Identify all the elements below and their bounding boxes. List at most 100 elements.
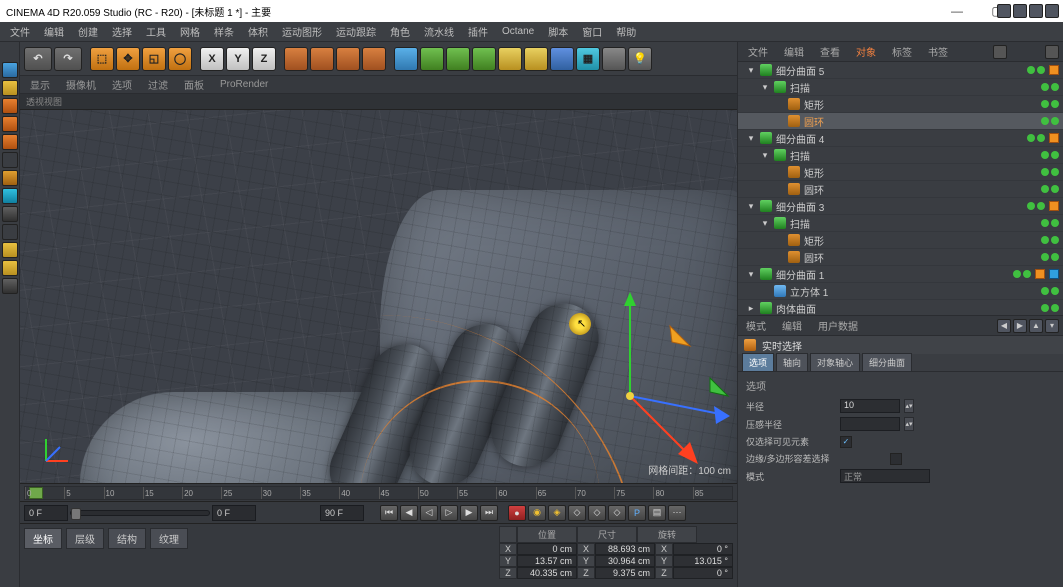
vp-nav-3-icon[interactable] xyxy=(1029,4,1043,18)
render-pv-button[interactable] xyxy=(336,47,360,71)
add-light-button[interactable] xyxy=(550,47,574,71)
visibility-dot-icon[interactable] xyxy=(1051,168,1059,176)
attr-nav-back-button[interactable]: ◀ xyxy=(997,319,1011,333)
object-label[interactable]: 矩形 xyxy=(804,233,1037,248)
object-tree-row[interactable]: ▾细分曲面 4 xyxy=(738,130,1063,147)
objmgr-filter-icon[interactable] xyxy=(1045,45,1059,59)
tool-snap-icon[interactable] xyxy=(2,242,18,258)
coord-rot-field[interactable]: 0 ° xyxy=(673,567,733,579)
z-axis-button[interactable]: Z xyxy=(252,47,276,71)
visibility-dot-icon[interactable] xyxy=(1051,287,1059,295)
object-tree-row[interactable]: 圆环 xyxy=(738,113,1063,130)
visibility-dot-icon[interactable] xyxy=(1051,151,1059,159)
step-back-button[interactable]: ◀ xyxy=(400,505,418,521)
menu-help[interactable]: 帮助 xyxy=(610,22,642,41)
attr-nav-menu-button[interactable]: ▾ xyxy=(1045,319,1059,333)
objmgr-tab-edit[interactable]: 编辑 xyxy=(778,42,810,61)
objmgr-search-icon[interactable] xyxy=(993,45,1007,59)
y-axis-button[interactable]: Y xyxy=(226,47,250,71)
object-tree-row[interactable]: 立方体 1 xyxy=(738,283,1063,300)
object-label[interactable]: 扫描 xyxy=(790,216,1037,231)
visibility-dot-icon[interactable] xyxy=(1051,304,1059,312)
field-pressure-input[interactable] xyxy=(840,417,900,431)
visibility-dot-icon[interactable] xyxy=(1051,253,1059,261)
attr-tab-edit[interactable]: 编辑 xyxy=(778,316,806,335)
object-label[interactable]: 细分曲面 5 xyxy=(776,63,1023,78)
tool-quantize-icon[interactable] xyxy=(2,260,18,276)
field-radius-stepper[interactable]: ▴▾ xyxy=(904,399,914,413)
attr-subtab-objaxis[interactable]: 对象轴心 xyxy=(810,353,860,372)
vp-nav-2-icon[interactable] xyxy=(1013,4,1027,18)
coord-pos-field[interactable]: 0 cm xyxy=(517,543,577,555)
tool-workplane-icon[interactable] xyxy=(2,116,18,132)
visibility-dot-icon[interactable] xyxy=(1051,185,1059,193)
objmgr-tab-bookmarks[interactable]: 书签 xyxy=(922,42,954,61)
attr-subtab-sds[interactable]: 细分曲面 xyxy=(862,353,912,372)
vp-tab-prorender[interactable]: ProRender xyxy=(216,79,272,90)
frame-current-field[interactable]: 0 F xyxy=(212,505,256,521)
menu-window[interactable]: 窗口 xyxy=(576,22,608,41)
expander-icon[interactable]: ▾ xyxy=(746,65,756,76)
coord-size-field[interactable]: 9.375 cm xyxy=(595,567,655,579)
bottom-tab-layers[interactable]: 层级 xyxy=(66,528,104,549)
menu-motiontrack[interactable]: 运动跟踪 xyxy=(330,22,382,41)
step-fwd-button[interactable]: ▶ xyxy=(460,505,478,521)
range-slider[interactable] xyxy=(70,510,210,516)
render-region-button[interactable] xyxy=(310,47,334,71)
key-scale-button[interactable]: ◇ xyxy=(588,505,606,521)
visibility-dot-icon[interactable] xyxy=(1037,202,1045,210)
tool-axis-icon[interactable] xyxy=(2,206,18,222)
object-tag-icon[interactable] xyxy=(1049,65,1059,75)
attr-nav-up-button[interactable]: ▲ xyxy=(1029,319,1043,333)
add-camera-button[interactable] xyxy=(524,47,548,71)
visibility-dot-icon[interactable] xyxy=(1041,100,1049,108)
objmgr-tab-view[interactable]: 查看 xyxy=(814,42,846,61)
expander-icon[interactable]: ▾ xyxy=(760,218,770,229)
visibility-dot-icon[interactable] xyxy=(1051,117,1059,125)
visibility-dot-icon[interactable] xyxy=(1051,219,1059,227)
field-pressure-stepper[interactable]: ▴▾ xyxy=(904,417,914,431)
object-label[interactable]: 细分曲面 1 xyxy=(776,267,1009,282)
coord-pos-field[interactable]: 13.57 cm xyxy=(517,555,577,567)
object-tree-row[interactable]: 圆环 xyxy=(738,181,1063,198)
move-gizmo[interactable] xyxy=(540,286,737,466)
menu-script[interactable]: 脚本 xyxy=(542,22,574,41)
visibility-dot-icon[interactable] xyxy=(1041,253,1049,261)
objmgr-tab-tags[interactable]: 标签 xyxy=(886,42,918,61)
visibility-dot-icon[interactable] xyxy=(1041,287,1049,295)
visibility-dot-icon[interactable] xyxy=(1037,66,1045,74)
coord-pos-field[interactable]: 40.335 cm xyxy=(517,567,577,579)
object-manager-tree[interactable]: ▾细分曲面 5▾扫描矩形圆环▾细分曲面 4▾扫描矩形圆环▾细分曲面 3▾扫描矩形… xyxy=(738,62,1063,316)
play-fwd-button[interactable]: ▷ xyxy=(440,505,458,521)
visibility-dot-icon[interactable] xyxy=(1041,219,1049,227)
frame-start-field[interactable]: 0 F xyxy=(24,505,68,521)
x-axis-button[interactable]: X xyxy=(200,47,224,71)
window-minimize-button[interactable]: — xyxy=(937,0,977,22)
content-browser-icon[interactable] xyxy=(602,47,626,71)
coord-size-field[interactable]: 30.964 cm xyxy=(595,555,655,567)
expander-icon[interactable]: ▾ xyxy=(760,150,770,161)
attr-subtab-options[interactable]: 选项 xyxy=(742,353,774,372)
object-tree-row[interactable]: ▸肉体曲面 xyxy=(738,300,1063,316)
expander-icon[interactable]: ▾ xyxy=(746,201,756,212)
vp-nav-4-icon[interactable] xyxy=(1045,4,1059,18)
move-button[interactable]: ✥ xyxy=(116,47,140,71)
object-label[interactable]: 圆环 xyxy=(804,114,1037,129)
object-tag-icon[interactable] xyxy=(1049,201,1059,211)
menu-mesh[interactable]: 网格 xyxy=(174,22,206,41)
vp-tab-view[interactable]: 显示 xyxy=(26,77,54,92)
object-tree-row[interactable]: ▾ 扫描 xyxy=(738,215,1063,232)
redo-button[interactable]: ↷ xyxy=(54,47,82,71)
object-tree-row[interactable]: ▾细分曲面 1 xyxy=(738,266,1063,283)
visibility-dot-icon[interactable] xyxy=(1027,66,1035,74)
scale-button[interactable]: ◱ xyxy=(142,47,166,71)
object-label[interactable]: 扫描 xyxy=(790,148,1037,163)
visibility-dot-icon[interactable] xyxy=(1041,304,1049,312)
tool-polygon-icon[interactable] xyxy=(2,188,18,204)
tool-model-icon[interactable] xyxy=(2,80,18,96)
object-tree-row[interactable]: 矩形 xyxy=(738,96,1063,113)
key-pla-button[interactable]: ▤ xyxy=(648,505,666,521)
tool-edge-icon[interactable] xyxy=(2,170,18,186)
add-deformer-button[interactable] xyxy=(472,47,496,71)
object-label[interactable]: 圆环 xyxy=(804,250,1037,265)
